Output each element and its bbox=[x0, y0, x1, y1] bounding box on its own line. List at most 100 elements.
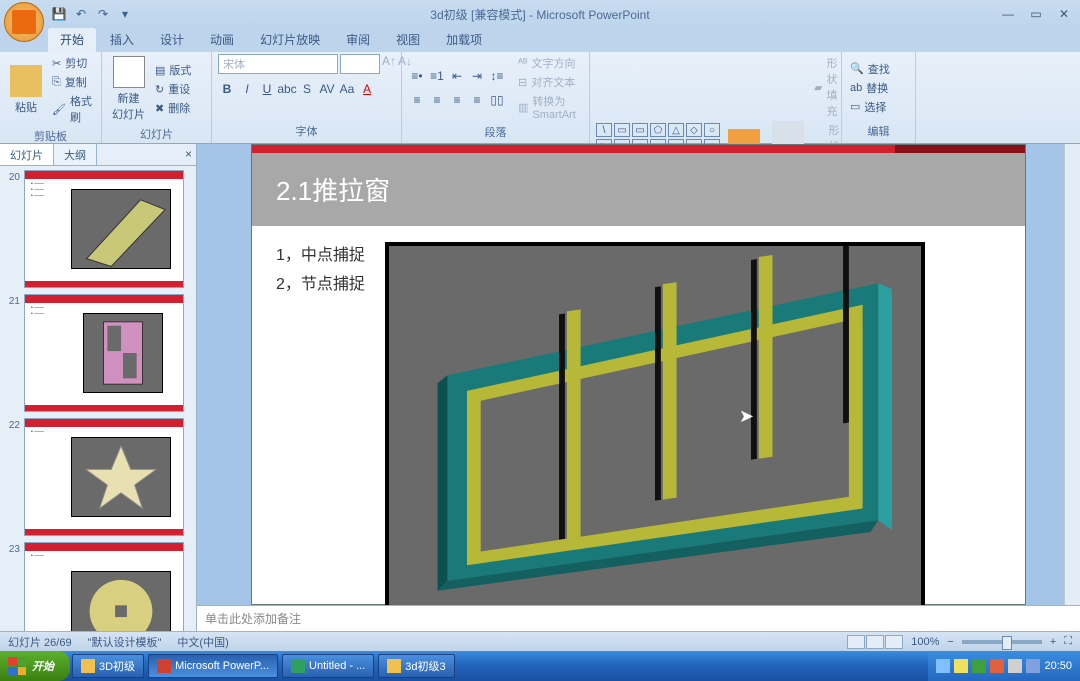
view-sorter-icon[interactable] bbox=[866, 635, 884, 649]
tab-review[interactable]: 审阅 bbox=[334, 27, 382, 52]
delete-button[interactable]: ✖删除 bbox=[153, 99, 193, 117]
thumbs-tab-outline[interactable]: 大纲 bbox=[54, 144, 97, 165]
minimize-icon[interactable]: — bbox=[996, 6, 1020, 22]
folder-icon bbox=[81, 659, 95, 673]
justify-icon[interactable]: ≡ bbox=[468, 91, 486, 109]
notes-pane[interactable]: 单击此处添加备注 bbox=[197, 605, 1080, 631]
tab-home[interactable]: 开始 bbox=[48, 27, 96, 52]
reset-button[interactable]: ↻重设 bbox=[153, 80, 193, 98]
slide-red-accent bbox=[252, 145, 1025, 153]
convert-smartart-button[interactable]: ▥转换为 SmartArt bbox=[516, 92, 583, 122]
grow-font-icon[interactable]: A↑ bbox=[382, 54, 396, 74]
status-language: 中文(中国) bbox=[177, 634, 228, 650]
qat-dropdown-icon[interactable]: ▾ bbox=[116, 5, 134, 23]
tab-slideshow[interactable]: 幻灯片放映 bbox=[248, 27, 332, 52]
underline-icon[interactable]: U bbox=[258, 80, 276, 98]
font-color-icon[interactable]: A bbox=[358, 80, 376, 98]
tray-icon[interactable] bbox=[1008, 659, 1022, 673]
tab-view[interactable]: 视图 bbox=[384, 27, 432, 52]
indent-inc-icon[interactable]: ⇥ bbox=[468, 67, 486, 85]
tab-design[interactable]: 设计 bbox=[148, 27, 196, 52]
tray-icon[interactable] bbox=[990, 659, 1004, 673]
text-direction-icon: ᴬᴮ bbox=[518, 57, 528, 69]
folder-icon bbox=[387, 659, 401, 673]
align-right-icon[interactable]: ≡ bbox=[448, 91, 466, 109]
tray-icon[interactable] bbox=[954, 659, 968, 673]
layout-button[interactable]: ▤版式 bbox=[153, 61, 193, 79]
find-button[interactable]: 🔍查找 bbox=[848, 60, 892, 78]
fill-icon: ▰ bbox=[814, 81, 822, 94]
numbering-icon[interactable]: ≡1 bbox=[428, 67, 446, 85]
cut-button[interactable]: ✂剪切 bbox=[50, 54, 95, 72]
zoom-level[interactable]: 100% bbox=[911, 636, 939, 648]
tab-addins[interactable]: 加载项 bbox=[434, 27, 494, 52]
thumb-item[interactable]: 20 • ——• ——• —— bbox=[4, 170, 192, 288]
thumbs-tab-slides[interactable]: 幻灯片 bbox=[0, 144, 54, 165]
linespacing-icon[interactable]: ↕≡ bbox=[488, 67, 506, 85]
font-size-select[interactable] bbox=[340, 54, 380, 74]
strikethrough-icon[interactable]: abc bbox=[278, 80, 296, 98]
fit-window-icon[interactable]: ⛶ bbox=[1064, 635, 1072, 648]
close-icon[interactable]: ✕ bbox=[1052, 6, 1076, 22]
thumb-item[interactable]: 23 • —— bbox=[4, 542, 192, 631]
view-slideshow-icon[interactable] bbox=[885, 635, 903, 649]
zoom-out-icon[interactable]: − bbox=[947, 636, 953, 648]
format-painter-button[interactable]: 🖌格式刷 bbox=[50, 92, 95, 126]
view-normal-icon[interactable] bbox=[847, 635, 865, 649]
start-button[interactable]: 开始 bbox=[0, 651, 70, 681]
tray-clock[interactable]: 20:50 bbox=[1044, 660, 1072, 672]
vertical-scrollbar[interactable] bbox=[1064, 144, 1080, 605]
tray-icon[interactable] bbox=[972, 659, 986, 673]
thumb-item[interactable]: 21 • ——• —— bbox=[4, 294, 192, 412]
thumb-item[interactable]: 22 • —— bbox=[4, 418, 192, 536]
indent-dec-icon[interactable]: ⇤ bbox=[448, 67, 466, 85]
bullets-icon[interactable]: ≡• bbox=[408, 67, 426, 85]
text-direction-button[interactable]: ᴬᴮ文字方向 bbox=[516, 54, 583, 72]
clipboard-group-label: 剪贴板 bbox=[6, 126, 95, 146]
new-slide-button[interactable]: 新建 幻灯片 bbox=[108, 54, 149, 124]
taskbar-item[interactable]: Microsoft PowerP... bbox=[148, 654, 278, 678]
slide-editor[interactable]: 2.1推拉窗 1，中点捕捉 2，节点捕捉 bbox=[251, 144, 1026, 605]
cursor-icon: ➤ bbox=[739, 406, 754, 427]
paste-button[interactable]: 粘贴 bbox=[6, 63, 46, 117]
slide-title[interactable]: 2.1推拉窗 bbox=[276, 171, 1001, 208]
align-text-button[interactable]: ⊟对齐文本 bbox=[516, 73, 583, 91]
spacing-icon[interactable]: AV bbox=[318, 80, 336, 98]
copy-icon: ⎘ bbox=[52, 76, 61, 89]
slide-3d-render[interactable]: ➤ bbox=[385, 242, 925, 605]
taskbar-item[interactable]: Untitled - ... bbox=[282, 654, 374, 678]
font-name-select[interactable]: 宋体 bbox=[218, 54, 338, 74]
tab-animations[interactable]: 动画 bbox=[198, 27, 246, 52]
slide-bullets[interactable]: 1，中点捕捉 2，节点捕捉 bbox=[276, 242, 365, 605]
align-left-icon[interactable]: ≡ bbox=[408, 91, 426, 109]
thumbs-close-icon[interactable]: × bbox=[185, 147, 192, 161]
shape-fill-button[interactable]: ▰形状填充 bbox=[812, 54, 841, 120]
app-icon bbox=[291, 659, 305, 673]
paragraph-group-label: 段落 bbox=[408, 122, 583, 142]
zoom-in-icon[interactable]: + bbox=[1050, 636, 1056, 648]
qat-redo-icon[interactable]: ↷ bbox=[94, 5, 112, 23]
shadow-icon[interactable]: S bbox=[298, 80, 316, 98]
tray-icon[interactable] bbox=[1026, 659, 1040, 673]
replace-button[interactable]: ab替换 bbox=[848, 79, 892, 97]
bold-icon[interactable]: B bbox=[218, 80, 236, 98]
italic-icon[interactable]: I bbox=[238, 80, 256, 98]
maximize-icon[interactable]: ▭ bbox=[1024, 6, 1048, 22]
font-group-label: 字体 bbox=[218, 121, 395, 141]
slides-group-label: 幻灯片 bbox=[108, 124, 205, 144]
zoom-slider[interactable] bbox=[962, 640, 1042, 644]
copy-button[interactable]: ⎘复制 bbox=[50, 73, 95, 91]
taskbar-item[interactable]: 3D初级 bbox=[72, 654, 144, 678]
columns-icon[interactable]: ▯▯ bbox=[488, 91, 506, 109]
qat-save-icon[interactable]: 💾 bbox=[50, 5, 68, 23]
align-center-icon[interactable]: ≡ bbox=[428, 91, 446, 109]
status-slide-count: 幻灯片 26/69 bbox=[8, 634, 72, 650]
select-button[interactable]: ▭选择 bbox=[848, 98, 892, 116]
taskbar-item[interactable]: 3d初级3 bbox=[378, 654, 454, 678]
thumbs-list[interactable]: 20 • ——• ——• —— 21 • ——• —— bbox=[0, 166, 196, 631]
qat-undo-icon[interactable]: ↶ bbox=[72, 5, 90, 23]
office-button[interactable] bbox=[4, 2, 44, 42]
tab-insert[interactable]: 插入 bbox=[98, 27, 146, 52]
tray-icon[interactable] bbox=[936, 659, 950, 673]
case-icon[interactable]: Aa bbox=[338, 80, 356, 98]
